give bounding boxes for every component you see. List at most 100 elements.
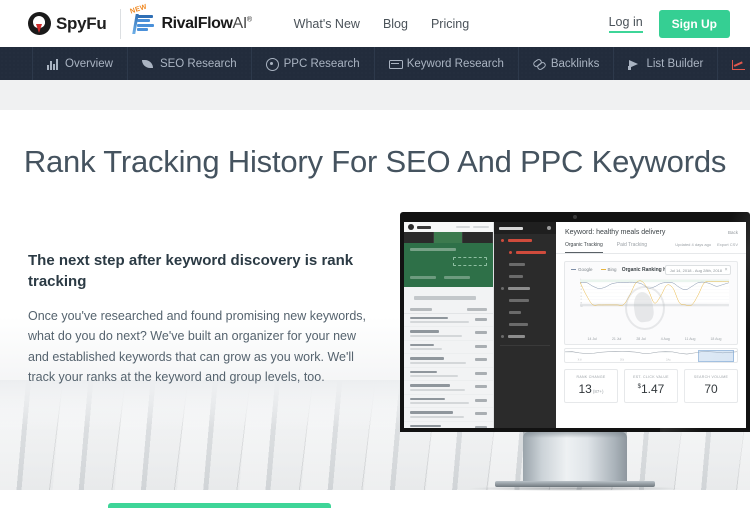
brand-divider: [120, 8, 122, 39]
blueprints-header[interactable]: [494, 222, 556, 234]
stat-cards-row: RANK CHANGE 13(87+) EST. CLICK VALUE $1.…: [564, 369, 738, 403]
tabstrip-tab[interactable]: [463, 232, 493, 243]
table-row[interactable]: [404, 354, 493, 368]
line-chart-icon: [732, 58, 746, 70]
dashboard-main-content: Keyword: healthy meals delivery Back Org…: [556, 222, 746, 428]
x-tick: 21 Jul: [611, 337, 622, 341]
stat-card-rank-change: RANK CHANGE 13(87+): [564, 369, 618, 403]
table-row[interactable]: [404, 408, 493, 422]
leaf-icon: [141, 58, 154, 70]
nav-tab-list-builder[interactable]: List Builder: [614, 47, 719, 80]
x-tick: 28 Jul: [636, 337, 646, 341]
table-row[interactable]: [404, 341, 493, 354]
legend-item-bing[interactable]: Bing: [600, 267, 617, 272]
keyword-title: Keyword: healthy meals delivery: [565, 229, 666, 236]
rivalflow-bars-icon: [134, 14, 156, 34]
x-tick: 14 Jul: [587, 337, 597, 341]
nav-link-whats-new[interactable]: What's New: [294, 17, 360, 31]
export-csv-button[interactable]: Export CSV: [717, 242, 738, 247]
spyfu-logo[interactable]: SpyFu: [28, 12, 107, 35]
see-how-to-track-rankings-button[interactable]: SEE HOW TO TRACK RANKINGS: [108, 503, 331, 508]
nav-tab-label: Overview: [65, 57, 113, 70]
top-header-bar: SpyFu NEW RivalFlowAI® What's New Blog P…: [0, 0, 750, 47]
header-pill: [473, 225, 489, 229]
table-row[interactable]: [404, 368, 493, 381]
hero-body-text: Once you've researched and found promisi…: [28, 309, 366, 384]
sidebar-item-lists[interactable]: [494, 306, 556, 318]
dashboard-app-header: [404, 222, 493, 232]
monitor-bezel: Keyword: healthy meals delivery Back Org…: [400, 212, 750, 432]
search-input[interactable]: [453, 257, 487, 266]
registered-mark: ®: [246, 16, 252, 24]
monitor-shadow: [470, 486, 680, 491]
table-row[interactable]: [404, 327, 493, 341]
spyfu-wordmark: SpyFu: [56, 13, 107, 33]
svg-text:28 Jul: 28 Jul: [620, 359, 624, 361]
nav-tab-ppc-research[interactable]: PPC Research: [252, 47, 375, 80]
legend-item-google[interactable]: Google: [571, 267, 593, 272]
legend-label: Bing: [607, 267, 617, 272]
table-row[interactable]: [404, 422, 493, 428]
sidebar-item-websites[interactable]: [494, 294, 556, 306]
sidebar-item-history[interactable]: [494, 330, 556, 342]
nav-link-blog[interactable]: Blog: [383, 17, 408, 31]
back-link[interactable]: Back: [728, 230, 738, 235]
chart-x-axis: 14 Jul 21 Jul 28 Jul 4 Aug 11 Aug 18 Aug: [580, 337, 729, 341]
stat-value: 13(87+): [578, 382, 604, 396]
rivalflow-wordmark: RivalFlowAI®: [161, 15, 252, 33]
svg-text:11 Aug: 11 Aug: [666, 358, 671, 362]
account-actions: Log in Sign Up: [608, 9, 730, 38]
signup-button[interactable]: Sign Up: [658, 9, 730, 38]
page-title: Rank Tracking History For SEO And PPC Ke…: [23, 144, 727, 179]
spyfu-mini-logo-icon: [408, 224, 414, 230]
sidebar-item-keyword-universe[interactable]: [494, 246, 556, 258]
hero-section: Rank Tracking History For SEO And PPC Ke…: [0, 110, 750, 508]
svg-text:14 Jul: 14 Jul: [578, 359, 582, 361]
band-text-line: [410, 276, 436, 279]
table-row[interactable]: [404, 381, 493, 395]
nav-tab-backlinks[interactable]: Backlinks: [519, 47, 615, 80]
tab-paid-tracking[interactable]: Paid Tracking: [617, 242, 647, 253]
dashboard-tabstrip[interactable]: [404, 232, 493, 243]
search-hero-band: [404, 243, 493, 287]
tabstrip-tab-active[interactable]: [433, 232, 464, 243]
tab-organic-tracking[interactable]: Organic Tracking: [565, 242, 603, 253]
nav-tab-seo-research[interactable]: SEO Research: [128, 47, 252, 80]
blueprints-label: [499, 226, 523, 230]
sidebar-item-contacts[interactable]: [494, 318, 556, 330]
band-text-line: [444, 276, 470, 279]
most-valuable-keywords-title: [414, 296, 476, 300]
minimap-selection-handle[interactable]: [698, 350, 734, 362]
table-row[interactable]: [404, 314, 493, 327]
sidebar-item-outreach[interactable]: [494, 282, 556, 294]
sidebar-divider: [500, 345, 550, 346]
card-icon: [388, 58, 403, 70]
spyfu-watermark-icon: [624, 286, 665, 330]
sidebar-item-labels[interactable]: [494, 270, 556, 282]
link-icon: [533, 58, 545, 70]
primary-nav-bar: Overview SEO Research PPC Research Keywo…: [0, 47, 750, 80]
sidebar-item-keywords[interactable]: [494, 234, 556, 246]
table-row[interactable]: [404, 395, 493, 408]
chart-minimap-slider[interactable]: 14 Jul 28 Jul 11 Aug: [564, 348, 738, 363]
login-link[interactable]: Log in: [608, 15, 643, 33]
bar-chart-icon: [47, 58, 59, 70]
sidebar-item-groups[interactable]: [494, 258, 556, 270]
nav-link-pricing[interactable]: Pricing: [431, 17, 469, 31]
nav-tab-overview[interactable]: Overview: [32, 47, 128, 80]
header-pill: [456, 225, 470, 229]
nav-tab-keyword-research[interactable]: Keyword Research: [375, 47, 519, 80]
stat-label: EST. CLICK VALUE: [633, 375, 669, 379]
nav-tab-tracking[interactable]: Tracking: [718, 47, 750, 80]
rivalflow-logo[interactable]: NEW RivalFlowAI®: [130, 3, 252, 34]
chevron-down-icon[interactable]: [547, 226, 551, 230]
legend-label: Google: [578, 267, 593, 272]
stat-value: 70: [704, 382, 718, 396]
nav-tab-label: PPC Research: [283, 57, 360, 70]
spyfu-spy-icon: [28, 12, 51, 35]
monitor-screen: Keyword: healthy meals delivery Back Org…: [404, 222, 746, 428]
date-range-picker[interactable]: Jul 14, 2018 - Aug 28th, 2018: [664, 265, 731, 275]
tracking-tabs: Organic Tracking Paid Tracking Updated 4…: [556, 236, 746, 254]
chart-plot-area: Organic Ranking History 1132638516375881…: [571, 278, 731, 341]
tabstrip-tab[interactable]: [404, 232, 434, 243]
